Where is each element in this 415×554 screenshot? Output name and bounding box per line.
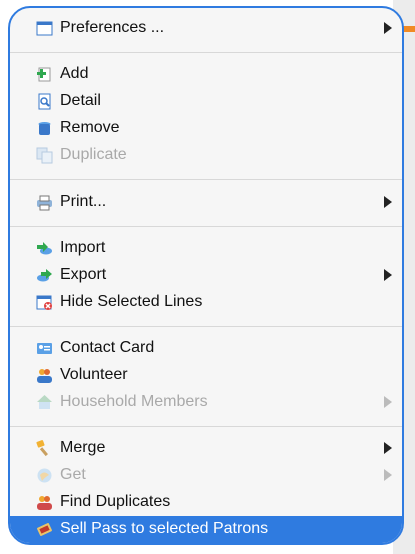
menu-item-label: Merge bbox=[60, 439, 106, 456]
get-icon bbox=[36, 467, 53, 484]
menu-item-label: Duplicate bbox=[60, 146, 127, 163]
menu-item-label: Import bbox=[60, 239, 106, 256]
submenu-arrow-icon bbox=[384, 442, 392, 454]
menu-item-label: Household Members bbox=[60, 393, 208, 410]
menu-item-sell-pass[interactable]: Sell Pass to selected Patrons bbox=[10, 516, 402, 543]
export-icon bbox=[36, 267, 53, 284]
menu-item-label: Add bbox=[60, 65, 89, 82]
merge-icon bbox=[36, 440, 53, 457]
menu-separator bbox=[10, 426, 402, 427]
menu-separator bbox=[10, 326, 402, 327]
menu-item-household-members: Household Members bbox=[10, 389, 402, 416]
submenu-arrow-icon bbox=[384, 396, 392, 408]
menu-item-label: Print... bbox=[60, 193, 107, 210]
household-icon bbox=[36, 394, 53, 411]
submenu-arrow-icon bbox=[384, 269, 392, 281]
ticket-icon bbox=[36, 521, 53, 538]
menu-item-find-duplicates[interactable]: Find Duplicates bbox=[10, 489, 402, 516]
submenu-arrow-icon bbox=[384, 469, 392, 481]
menu-item-print[interactable]: Print... bbox=[10, 189, 402, 216]
submenu-arrow-icon bbox=[384, 22, 392, 34]
menu-item-label: Hide Selected Lines bbox=[60, 293, 203, 310]
find-duplicates-icon bbox=[36, 494, 53, 511]
hide-lines-icon bbox=[36, 294, 53, 311]
volunteer-icon bbox=[36, 367, 53, 384]
menu-item-label: Export bbox=[60, 266, 107, 283]
menu-item-label: Detail bbox=[60, 92, 101, 109]
menu-item-label: Contact Card bbox=[60, 339, 155, 356]
menu-item-volunteer[interactable]: Volunteer bbox=[10, 362, 402, 389]
duplicate-icon bbox=[36, 147, 53, 164]
menu-item-add[interactable]: Add bbox=[10, 61, 402, 88]
window-icon bbox=[36, 20, 53, 37]
add-icon bbox=[36, 66, 53, 83]
context-menu: Preferences ... Add Detail Remove Duplic… bbox=[8, 6, 404, 545]
menu-separator bbox=[10, 179, 402, 180]
menu-item-label: Sell Pass to selected Patrons bbox=[60, 520, 269, 537]
menu-item-merge[interactable]: Merge bbox=[10, 435, 402, 462]
menu-item-preferences[interactable]: Preferences ... bbox=[10, 15, 402, 42]
detail-icon bbox=[36, 93, 53, 110]
menu-item-import[interactable]: Import bbox=[10, 235, 402, 262]
menu-item-label: Find Duplicates bbox=[60, 493, 171, 510]
print-icon bbox=[36, 194, 53, 211]
menu-item-remove[interactable]: Remove bbox=[10, 115, 402, 142]
menu-item-export[interactable]: Export bbox=[10, 262, 402, 289]
contact-card-icon bbox=[36, 340, 53, 357]
menu-item-detail[interactable]: Detail bbox=[10, 88, 402, 115]
menu-item-label: Preferences ... bbox=[60, 19, 165, 36]
menu-item-hide-selected-lines[interactable]: Hide Selected Lines bbox=[10, 289, 402, 316]
menu-separator bbox=[10, 52, 402, 53]
trash-icon bbox=[36, 120, 53, 137]
menu-item-label: Remove bbox=[60, 119, 120, 136]
menu-item-duplicate: Duplicate bbox=[10, 142, 402, 169]
menu-item-contact-card[interactable]: Contact Card bbox=[10, 335, 402, 362]
menu-item-label: Get bbox=[60, 466, 86, 483]
submenu-arrow-icon bbox=[384, 196, 392, 208]
menu-item-get: Get bbox=[10, 462, 402, 489]
menu-item-label: Volunteer bbox=[60, 366, 128, 383]
import-icon bbox=[36, 240, 53, 257]
menu-separator bbox=[10, 226, 402, 227]
